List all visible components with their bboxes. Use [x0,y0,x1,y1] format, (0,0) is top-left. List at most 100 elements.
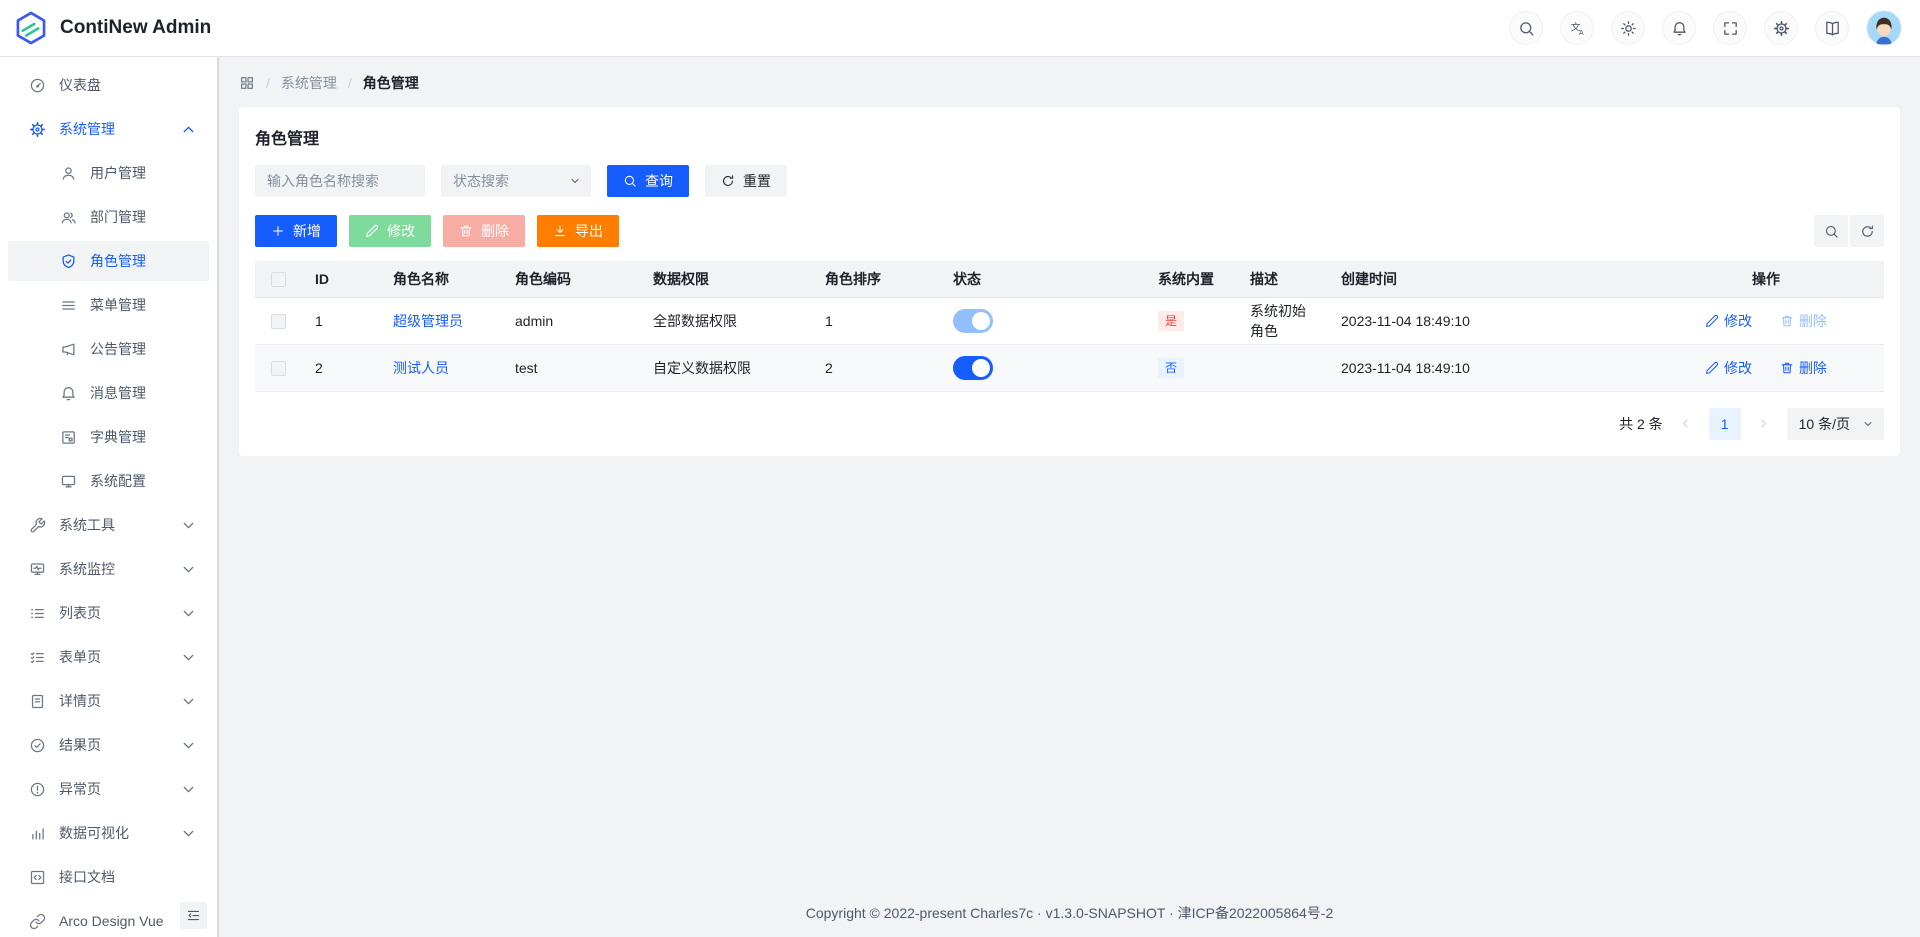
role-name-search-input[interactable] [255,165,425,197]
page-size-label: 10 条/页 [1799,414,1850,434]
delete-button[interactable]: 删除 [443,215,525,247]
sidebar-item-message-management[interactable]: 消息管理 [8,373,209,413]
row-delete-link[interactable]: 删除 [1780,311,1827,331]
select-all-checkbox[interactable] [271,272,286,287]
top-header: ContiNew Admin 文A [0,0,1920,57]
row-checkbox[interactable] [271,361,286,376]
logo-area[interactable]: ContiNew Admin [12,9,211,47]
sidebar-item-list-page[interactable]: 列表页 [8,593,209,633]
row-edit-label: 修改 [1724,311,1752,331]
role-name-link[interactable]: 超级管理员 [393,313,463,329]
document-icon [29,693,46,710]
sidebar-item-menu-management[interactable]: 菜单管理 [8,285,209,325]
sidebar-item-role-management[interactable]: 角色管理 [8,241,209,281]
sidebar-item-label: 角色管理 [90,251,146,271]
monitor-icon [60,473,77,490]
row-delete-link[interactable]: 删除 [1780,358,1827,378]
bell-icon [60,385,77,402]
sidebar-item-label: 异常页 [59,779,101,799]
sidebar-item-system-monitor[interactable]: 系统监控 [8,549,209,589]
translate-icon: 文A [1569,20,1586,37]
apps-grid-icon[interactable] [239,75,255,91]
sidebar-item-system-tools[interactable]: 系统工具 [8,505,209,545]
page-number-current[interactable]: 1 [1709,408,1741,440]
trash-icon [1780,361,1794,375]
sidebar-item-label: 消息管理 [90,383,146,403]
chevron-down-icon [180,737,197,754]
svg-text:A: A [1578,29,1583,37]
chevron-down-icon [180,781,197,798]
warning-circle-icon [29,781,46,798]
language-button[interactable]: 文A [1560,11,1594,45]
sidebar-item-label: 接口文档 [59,867,115,887]
sidebar-item-label: 仪表盘 [59,75,101,95]
search-button[interactable] [1509,11,1543,45]
status-filter-select[interactable]: 状态搜索 [441,165,591,197]
settings-button[interactable] [1764,11,1798,45]
sidebar-item-result-page[interactable]: 结果页 [8,725,209,765]
sidebar-item-label: 数据可视化 [59,823,129,843]
sidebar-item-arco-design-vue[interactable]: Arco Design Vue [8,901,209,937]
filter-row: 状态搜索 查询 重置 [255,165,1884,197]
sidebar-collapse-button[interactable] [180,902,207,929]
sidebar-item-form-page[interactable]: 表单页 [8,637,209,677]
add-button[interactable]: 新增 [255,215,337,247]
page-title: 角色管理 [255,125,1884,149]
sidebar-item-data-visualization[interactable]: 数据可视化 [8,813,209,853]
collapse-menu-icon [186,908,201,923]
bar-chart-icon [29,825,46,842]
cell-created-time: 2023-11-04 18:49:10 [1329,344,1648,391]
add-button-label: 新增 [293,221,321,241]
status-toggle[interactable] [953,356,993,380]
chevron-left-icon [1679,417,1692,430]
app-title: ContiNew Admin [60,17,211,39]
search-icon [1518,20,1535,37]
sidebar-item-announcement-management[interactable]: 公告管理 [8,329,209,369]
cell-sort: 2 [813,344,941,391]
row-edit-link[interactable]: 修改 [1705,311,1752,331]
docs-button[interactable] [1815,11,1849,45]
chevron-down-icon [180,825,197,842]
query-button-label: 查询 [645,171,673,191]
breadcrumb: / 系统管理 / 角色管理 [239,73,1900,93]
sidebar-item-user-management[interactable]: 用户管理 [8,153,209,193]
pagination-total: 共 2 条 [1619,414,1663,434]
edit-button[interactable]: 修改 [349,215,431,247]
user-avatar[interactable] [1866,10,1902,46]
sidebar-item-dashboard[interactable]: 仪表盘 [8,65,209,105]
reset-button-label: 重置 [743,171,771,191]
download-icon [553,224,567,238]
reset-button[interactable]: 重置 [705,165,787,197]
builtin-badge: 否 [1158,358,1184,378]
breadcrumb-item-system[interactable]: 系统管理 [281,73,337,93]
notifications-button[interactable] [1662,11,1696,45]
fullscreen-button[interactable] [1713,11,1747,45]
prev-page-button[interactable] [1671,409,1701,439]
row-delete-label: 删除 [1799,311,1827,331]
table-search-button[interactable] [1814,215,1848,247]
sidebar-item-exception-page[interactable]: 异常页 [8,769,209,809]
export-button[interactable]: 导出 [537,215,619,247]
query-button[interactable]: 查询 [607,165,689,197]
next-page-button[interactable] [1749,409,1779,439]
page-size-select[interactable]: 10 条/页 [1787,408,1884,440]
col-header-operations: 操作 [1648,261,1884,297]
sidebar-item-system-management[interactable]: 系统管理 [8,109,209,149]
theme-button[interactable] [1611,11,1645,45]
delete-button-label: 删除 [481,221,509,241]
sidebar-item-dictionary-management[interactable]: 字典管理 [8,417,209,457]
pencil-icon [365,224,379,238]
sidebar-item-api-docs[interactable]: 接口文档 [8,857,209,897]
sidebar-item-department-management[interactable]: 部门管理 [8,197,209,237]
sidebar-item-system-config[interactable]: 系统配置 [8,461,209,501]
row-checkbox[interactable] [271,314,286,329]
role-name-link[interactable]: 测试人员 [393,360,449,376]
table-refresh-button[interactable] [1850,215,1884,247]
status-toggle[interactable] [953,309,993,333]
search-icon [1824,224,1839,239]
refresh-icon [1860,224,1875,239]
row-edit-link[interactable]: 修改 [1705,358,1752,378]
sidebar-item-detail-page[interactable]: 详情页 [8,681,209,721]
user-icon [60,165,77,182]
megaphone-icon [60,341,77,358]
